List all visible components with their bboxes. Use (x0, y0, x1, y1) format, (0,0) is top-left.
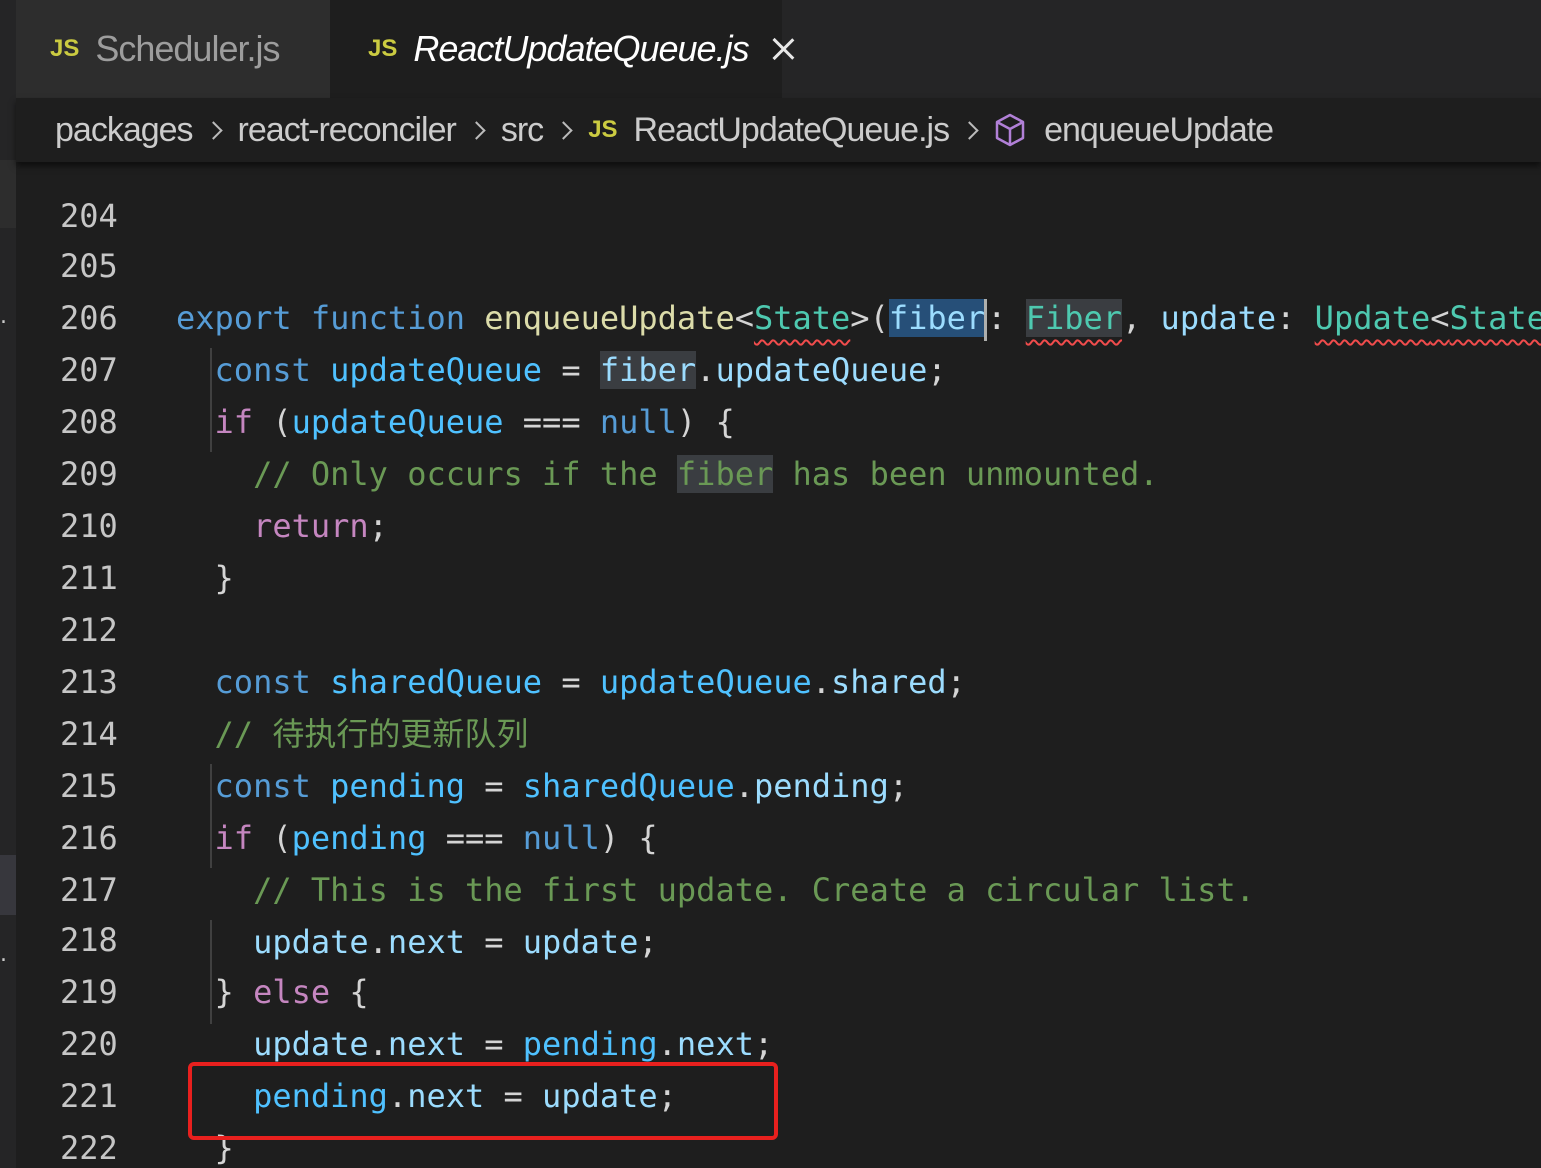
more-icon[interactable]: . (0, 306, 12, 328)
chevron-right-icon (554, 120, 573, 140)
tab-react-update-queue[interactable]: JS ReactUpdateQueue.js (330, 0, 782, 98)
chevron-right-icon (467, 120, 486, 140)
code-line: 205 export function enqueueUpdate<State>… (16, 188, 1541, 341)
tab-label: Scheduler.js (95, 28, 280, 69)
editor-tab-bar: JS Scheduler.js JS ReactUpdateQueue.js (16, 0, 1541, 98)
annotation-highlight-box (188, 1062, 778, 1140)
tab-label: ReactUpdateQueue.js (413, 28, 749, 69)
activity-strip: . . (0, 0, 16, 1168)
close-icon[interactable] (771, 37, 782, 61)
breadcrumb-item-symbol[interactable]: enqueueUpdate (1044, 111, 1274, 150)
js-file-icon: JS (50, 35, 80, 62)
code-line: 217 update.next = update; (16, 812, 1541, 961)
tab-scheduler[interactable]: JS Scheduler.js (16, 0, 330, 98)
code-line: 212 const sharedQueue = updateQueue.shar… (16, 552, 1541, 701)
js-file-icon: JS (368, 35, 398, 62)
breadcrumb-item-react-reconciler[interactable]: react-reconciler (238, 111, 457, 150)
more-icon[interactable]: . (0, 944, 12, 966)
code-line: 206 const updateQueue = fiber.updateQueu… (16, 240, 1541, 389)
code-line: 211 (16, 500, 1541, 597)
code-line: 207 if (updateQueue === null) { (16, 292, 1541, 441)
activity-strip-block (0, 160, 16, 228)
code-line: 208 // Only occurs if the fiber has been… (16, 344, 1541, 493)
code-line: 210 } (16, 448, 1541, 597)
chevron-right-icon (203, 120, 223, 140)
code-line: 214 const pending = sharedQueue.pending; (16, 656, 1541, 805)
activity-strip-block (0, 855, 16, 915)
code-line: 218 } else { (16, 862, 1541, 1011)
chevron-right-icon (960, 120, 979, 140)
js-file-icon: JS (588, 116, 618, 143)
code-line: 215 if (pending === null) { (16, 708, 1541, 857)
code-editor[interactable]: 204 205 export function enqueueUpdate<St… (16, 162, 1541, 1168)
breadcrumb-item-file[interactable]: ReactUpdateQueue.js (634, 111, 951, 150)
breadcrumb: packages react-reconciler src JS ReactUp… (16, 98, 1541, 162)
code-line: 209 return; (16, 396, 1541, 545)
breadcrumb-item-packages[interactable]: packages (55, 111, 194, 150)
code-line: 220 pending.next = update; (16, 966, 1541, 1115)
breadcrumb-item-src[interactable]: src (501, 111, 544, 150)
code-line: 216 // This is the first update. Create … (16, 760, 1541, 909)
code-line: 213 // 待执行的更新队列 (16, 604, 1541, 753)
code-line: 219 update.next = pending.next; (16, 914, 1541, 1063)
code-line: 204 (16, 162, 1541, 235)
cube-icon (995, 113, 1025, 147)
